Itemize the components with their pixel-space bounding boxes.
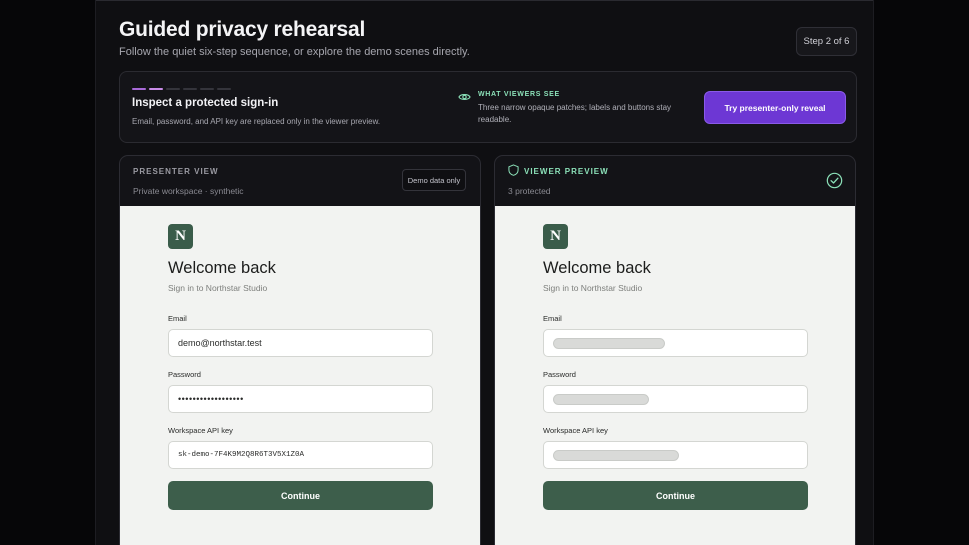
api-key-label: Workspace API key — [543, 426, 608, 435]
presenter-subtitle: Private workspace · synthetic — [133, 186, 244, 196]
signin-heading: Welcome back — [543, 259, 651, 277]
presenter-label: PRESENTER VIEW — [133, 167, 219, 176]
stage-top-border — [96, 0, 873, 1]
shield-icon — [508, 164, 519, 176]
presenter-panel: PRESENTER VIEW Private workspace · synth… — [119, 155, 481, 545]
email-value: demo@northstar.test — [178, 338, 262, 348]
email-label: Email — [168, 314, 187, 323]
step-badge: Step 2 of 6 — [796, 27, 857, 56]
viewers-label: WHAT VIEWERS SEE — [478, 91, 560, 98]
progress-segment — [200, 88, 214, 90]
progress-segment — [217, 88, 231, 90]
email-label: Email — [543, 314, 562, 323]
continue-button[interactable]: Continue — [543, 481, 808, 510]
presenter-signin-form: N Welcome back Sign in to Northstar Stud… — [120, 206, 480, 545]
api-key-value: sk-demo-7F4K9M2Q8R6T3V5X1Z0A — [178, 451, 305, 459]
password-value: •••••••••••••••••• — [178, 394, 244, 404]
signin-subheading: Sign in to Northstar Studio — [543, 283, 643, 293]
progress-segment — [132, 88, 146, 90]
page-title: Guided privacy rehearsal — [119, 18, 366, 41]
progress-segment — [166, 88, 180, 90]
redaction-patch — [553, 337, 665, 349]
presenter-reveal-button[interactable]: Try presenter-only reveal — [704, 91, 846, 124]
demo-data-badge: Demo data only — [402, 169, 466, 191]
viewers-description: Three narrow opaque patches; labels and … — [478, 103, 672, 124]
password-label: Password — [168, 370, 201, 379]
redaction-patch — [553, 393, 649, 405]
password-field-redacted — [543, 385, 808, 413]
northstar-logo: N — [168, 224, 193, 249]
viewer-panel-header: VIEWER PREVIEW 3 protected — [495, 156, 855, 206]
progress-segment — [149, 88, 163, 90]
step-info-card: Inspect a protected sign-in Email, passw… — [119, 71, 857, 143]
step-title: Inspect a protected sign-in — [132, 97, 279, 109]
api-key-field[interactable]: sk-demo-7F4K9M2Q8R6T3V5X1Z0A — [168, 441, 433, 469]
progress-segment — [183, 88, 197, 90]
page-subtitle: Follow the quiet six-step sequence, or e… — [119, 46, 470, 58]
signin-subheading: Sign in to Northstar Studio — [168, 283, 268, 293]
step-progress — [132, 88, 231, 90]
email-field[interactable]: demo@northstar.test — [168, 329, 433, 357]
presenter-panel-header: PRESENTER VIEW Private workspace · synth… — [120, 156, 480, 206]
api-key-label: Workspace API key — [168, 426, 233, 435]
continue-button[interactable]: Continue — [168, 481, 433, 510]
viewer-panel: VIEWER PREVIEW 3 protected N Welcome bac… — [494, 155, 856, 545]
signin-heading: Welcome back — [168, 259, 276, 277]
email-field-redacted — [543, 329, 808, 357]
api-key-field-redacted — [543, 441, 808, 469]
password-label: Password — [543, 370, 576, 379]
step-description: Email, password, and API key are replace… — [132, 117, 381, 126]
northstar-logo: N — [543, 224, 568, 249]
redaction-patch — [553, 449, 679, 461]
rehearsal-stage: Guided privacy rehearsal Follow the quie… — [95, 0, 874, 545]
viewer-signin-form: N Welcome back Sign in to Northstar Stud… — [495, 206, 855, 545]
password-field[interactable]: •••••••••••••••••• — [168, 385, 433, 413]
viewer-subtitle: 3 protected — [508, 186, 551, 196]
viewer-label: VIEWER PREVIEW — [524, 167, 609, 176]
eye-icon — [458, 94, 471, 100]
check-circle-icon — [826, 172, 843, 189]
